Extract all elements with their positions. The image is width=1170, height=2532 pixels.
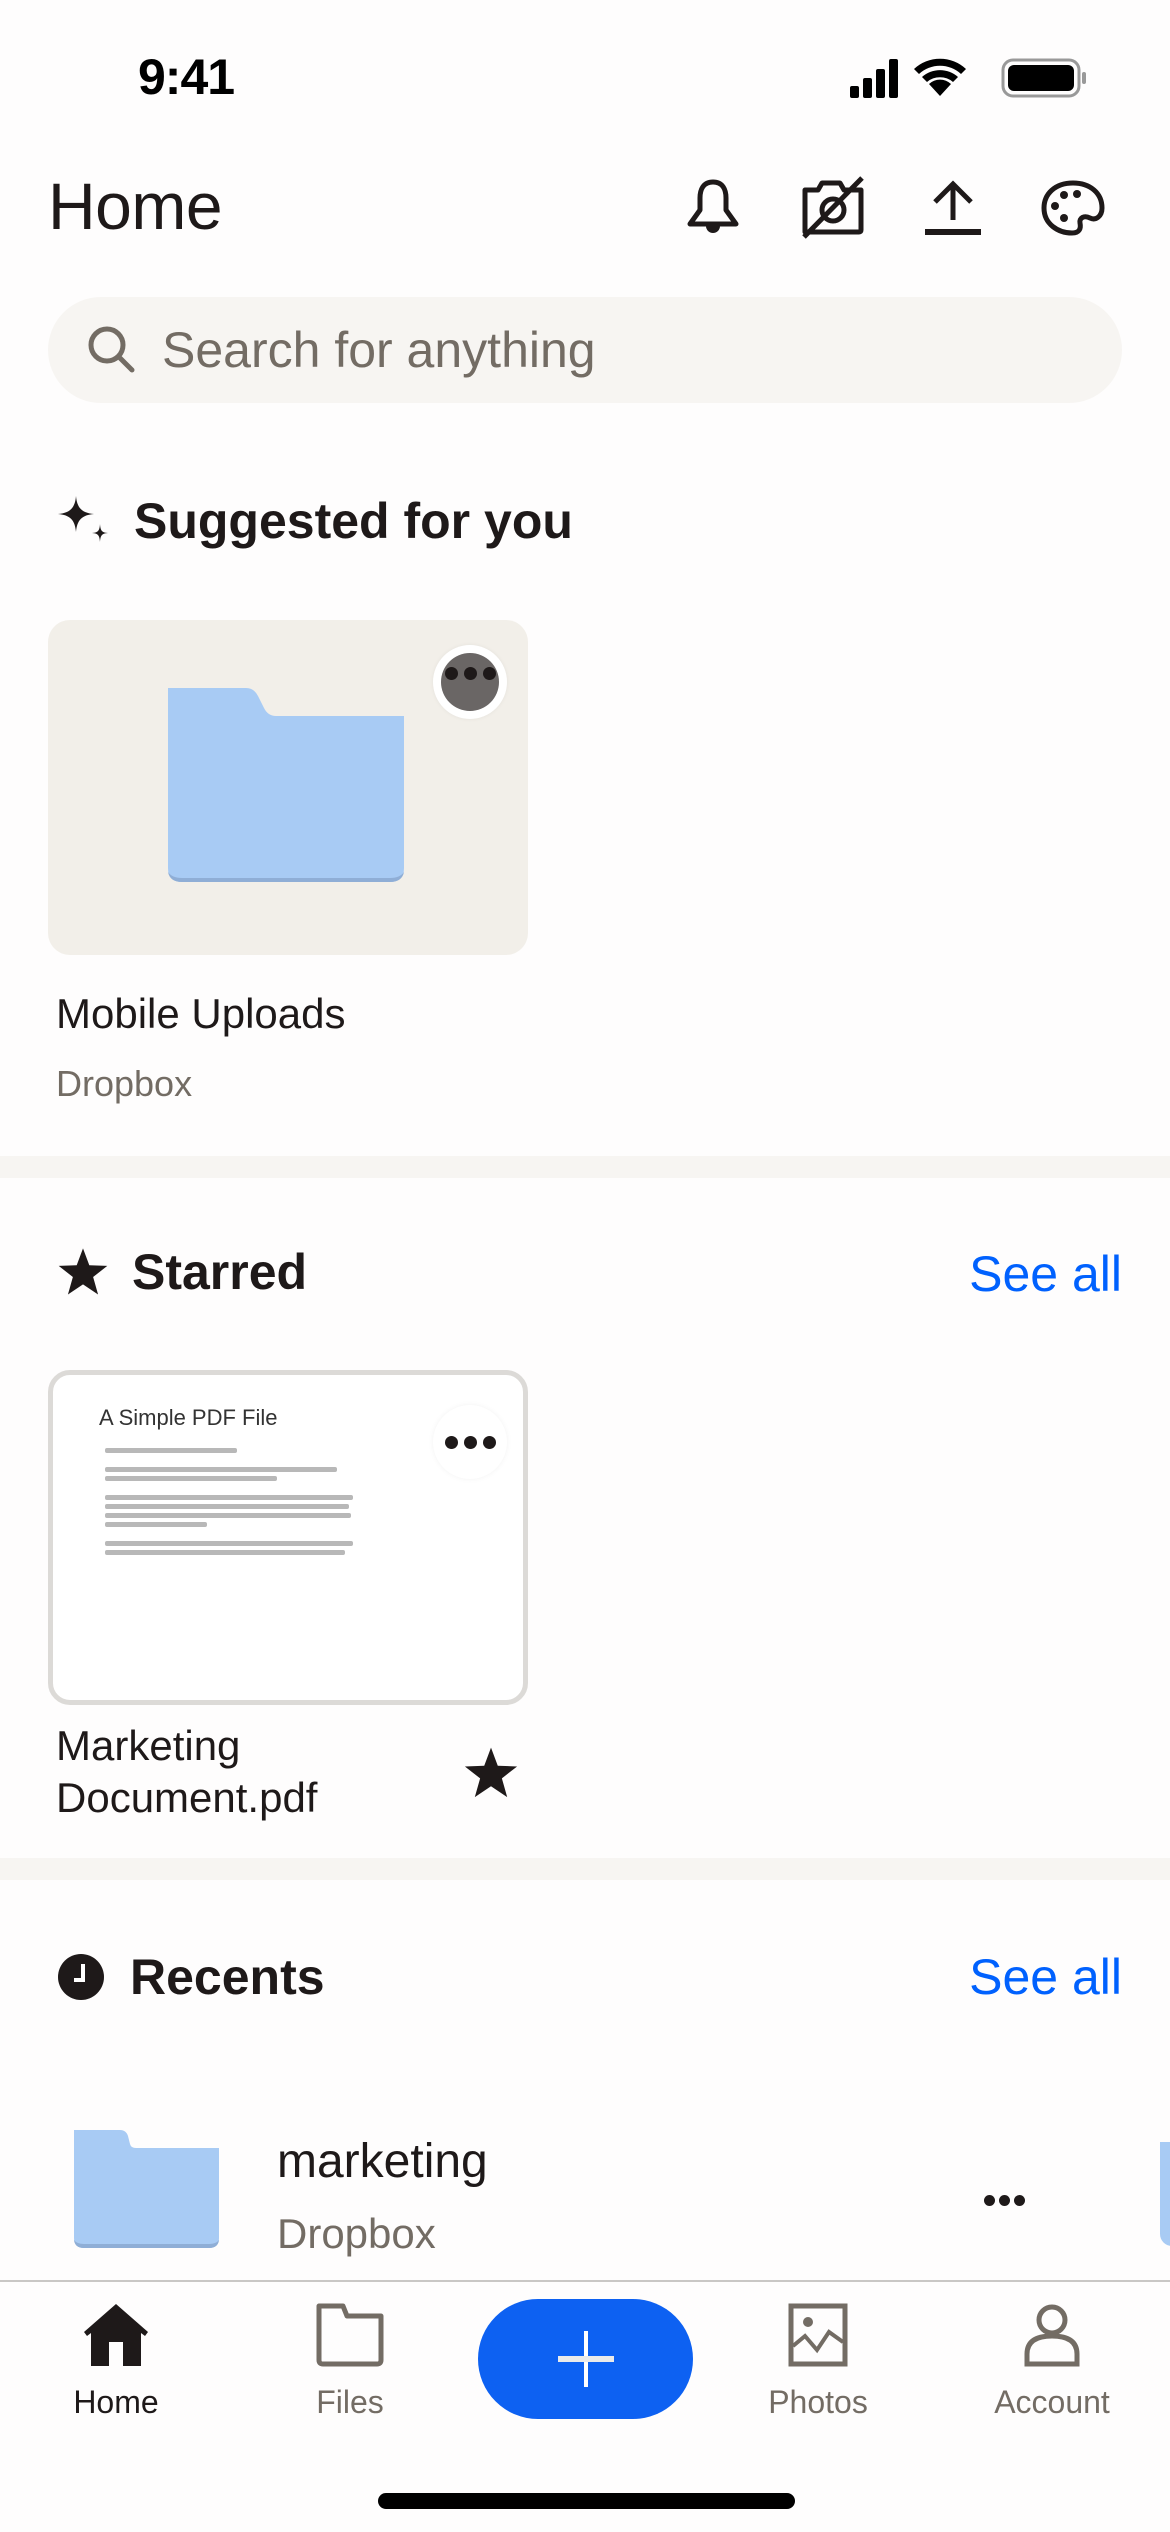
- tab-files[interactable]: Files: [260, 2302, 440, 2421]
- starred-badge-star-icon[interactable]: [462, 1744, 520, 1802]
- tab-photos[interactable]: Photos: [728, 2302, 908, 2421]
- person-icon: [1024, 2304, 1080, 2367]
- starred-heading-label: Starred: [132, 1244, 308, 1300]
- tab-account-label: Account: [994, 2384, 1110, 2420]
- camera-off-icon: [802, 176, 864, 239]
- tab-home-label: Home: [73, 2384, 159, 2420]
- starred-heading: Starred: [56, 1243, 307, 1301]
- starred-item-name-line1: Marketing: [56, 1722, 241, 1769]
- plus-icon: [557, 2331, 614, 2387]
- page-title: Home: [48, 169, 223, 243]
- status-icons: [850, 56, 1090, 100]
- recent-item-name: marketing: [277, 2135, 488, 2188]
- sparkle-icon: [58, 496, 108, 542]
- home-indicator[interactable]: [378, 2493, 795, 2509]
- home-icon: [84, 2304, 148, 2366]
- cellular-signal-icon: [850, 59, 898, 98]
- camera-uploads-button[interactable]: [797, 172, 869, 244]
- wifi-icon: [914, 58, 966, 96]
- status-time: 9:41: [138, 49, 235, 105]
- suggested-heading: Suggested for you: [56, 492, 573, 550]
- recent-item-next-thumbnail: [1160, 2142, 1170, 2246]
- section-divider: [0, 1156, 1170, 1178]
- search-input[interactable]: [162, 321, 1062, 379]
- search-bar[interactable]: [48, 297, 1122, 403]
- suggested-item-name[interactable]: Mobile Uploads: [56, 990, 346, 1038]
- more-icon: [444, 1435, 496, 1449]
- clock-icon: [58, 1954, 104, 2000]
- tab-photos-label: Photos: [768, 2384, 868, 2420]
- tab-account[interactable]: Account: [962, 2302, 1142, 2421]
- recents-heading: Recents: [56, 1948, 325, 2006]
- starred-item-card[interactable]: A Simple PDF File: [48, 1370, 528, 1705]
- tab-home[interactable]: Home: [26, 2302, 206, 2421]
- bell-icon: [687, 179, 739, 233]
- section-divider: [0, 1858, 1170, 1880]
- folder-icon: [74, 2130, 219, 2248]
- battery-icon: [1001, 58, 1086, 98]
- suggested-item-more-button[interactable]: [433, 645, 507, 719]
- tab-files-label: Files: [316, 2384, 384, 2420]
- starred-see-all-link[interactable]: See all: [969, 1245, 1122, 1303]
- create-button[interactable]: [478, 2299, 693, 2419]
- photo-icon: [788, 2303, 848, 2367]
- upload-icon: [925, 180, 981, 235]
- starred-item-name[interactable]: Marketing Document.pdf: [56, 1720, 317, 1824]
- palette-icon: [1041, 180, 1105, 236]
- starred-item-more-button[interactable]: [433, 1405, 507, 1479]
- suggested-heading-label: Suggested for you: [134, 493, 573, 549]
- recent-item-location: Dropbox: [277, 2210, 436, 2257]
- pdf-preview-title: A Simple PDF File: [99, 1405, 278, 1430]
- folder-outline-icon: [316, 2303, 384, 2367]
- notifications-button[interactable]: [677, 172, 749, 244]
- starred-item-name-line2: Document.pdf: [56, 1774, 318, 1821]
- recents-heading-label: Recents: [130, 1949, 325, 2005]
- recent-item-row[interactable]: marketing Dropbox: [0, 2110, 1170, 2270]
- suggested-item-card[interactable]: [48, 620, 528, 955]
- recent-item-more-button[interactable]: [974, 2180, 1034, 2220]
- more-icon: [444, 667, 496, 680]
- suggested-item-location: Dropbox: [56, 1063, 193, 1104]
- folder-icon: [168, 688, 404, 882]
- recents-see-all-link[interactable]: See all: [969, 1948, 1122, 2006]
- search-icon: [88, 326, 135, 373]
- more-icon: [983, 2194, 1025, 2206]
- star-icon: [58, 1248, 108, 1295]
- theme-button[interactable]: [1037, 172, 1109, 244]
- upload-button[interactable]: [917, 172, 989, 244]
